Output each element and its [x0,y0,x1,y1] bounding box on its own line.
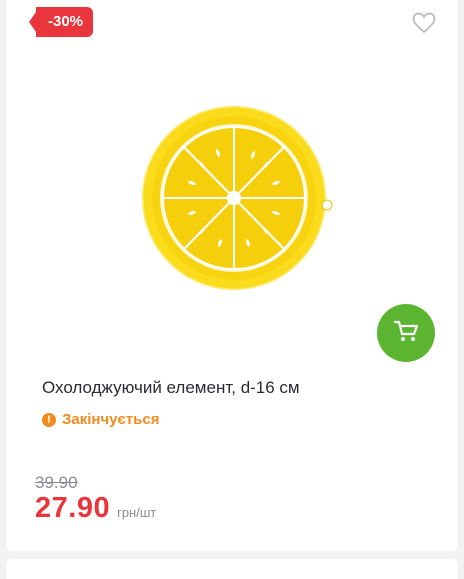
cart-icon [393,319,419,348]
favorite-heart-icon[interactable] [411,11,437,35]
stock-status-label: Закінчується [62,411,160,428]
product-image[interactable] [126,95,346,305]
old-price: 39.90 [35,473,78,492]
price-row: 27.90 грн/шт [35,492,156,525]
stock-status: ! Закінчується [42,411,159,428]
price-unit: грн/шт [117,505,157,520]
warning-icon: ! [42,412,56,427]
product-card[interactable]: -30% Охолоджуючий елемент, d-16 см ! Зак… [6,0,458,551]
discount-badge: -30% [28,7,94,37]
product-title[interactable]: Охолоджуючий елемент, d-16 см [42,378,300,398]
next-product-card [6,559,458,579]
current-price: 27.90 [35,492,111,524]
add-to-cart-button[interactable] [377,304,435,362]
